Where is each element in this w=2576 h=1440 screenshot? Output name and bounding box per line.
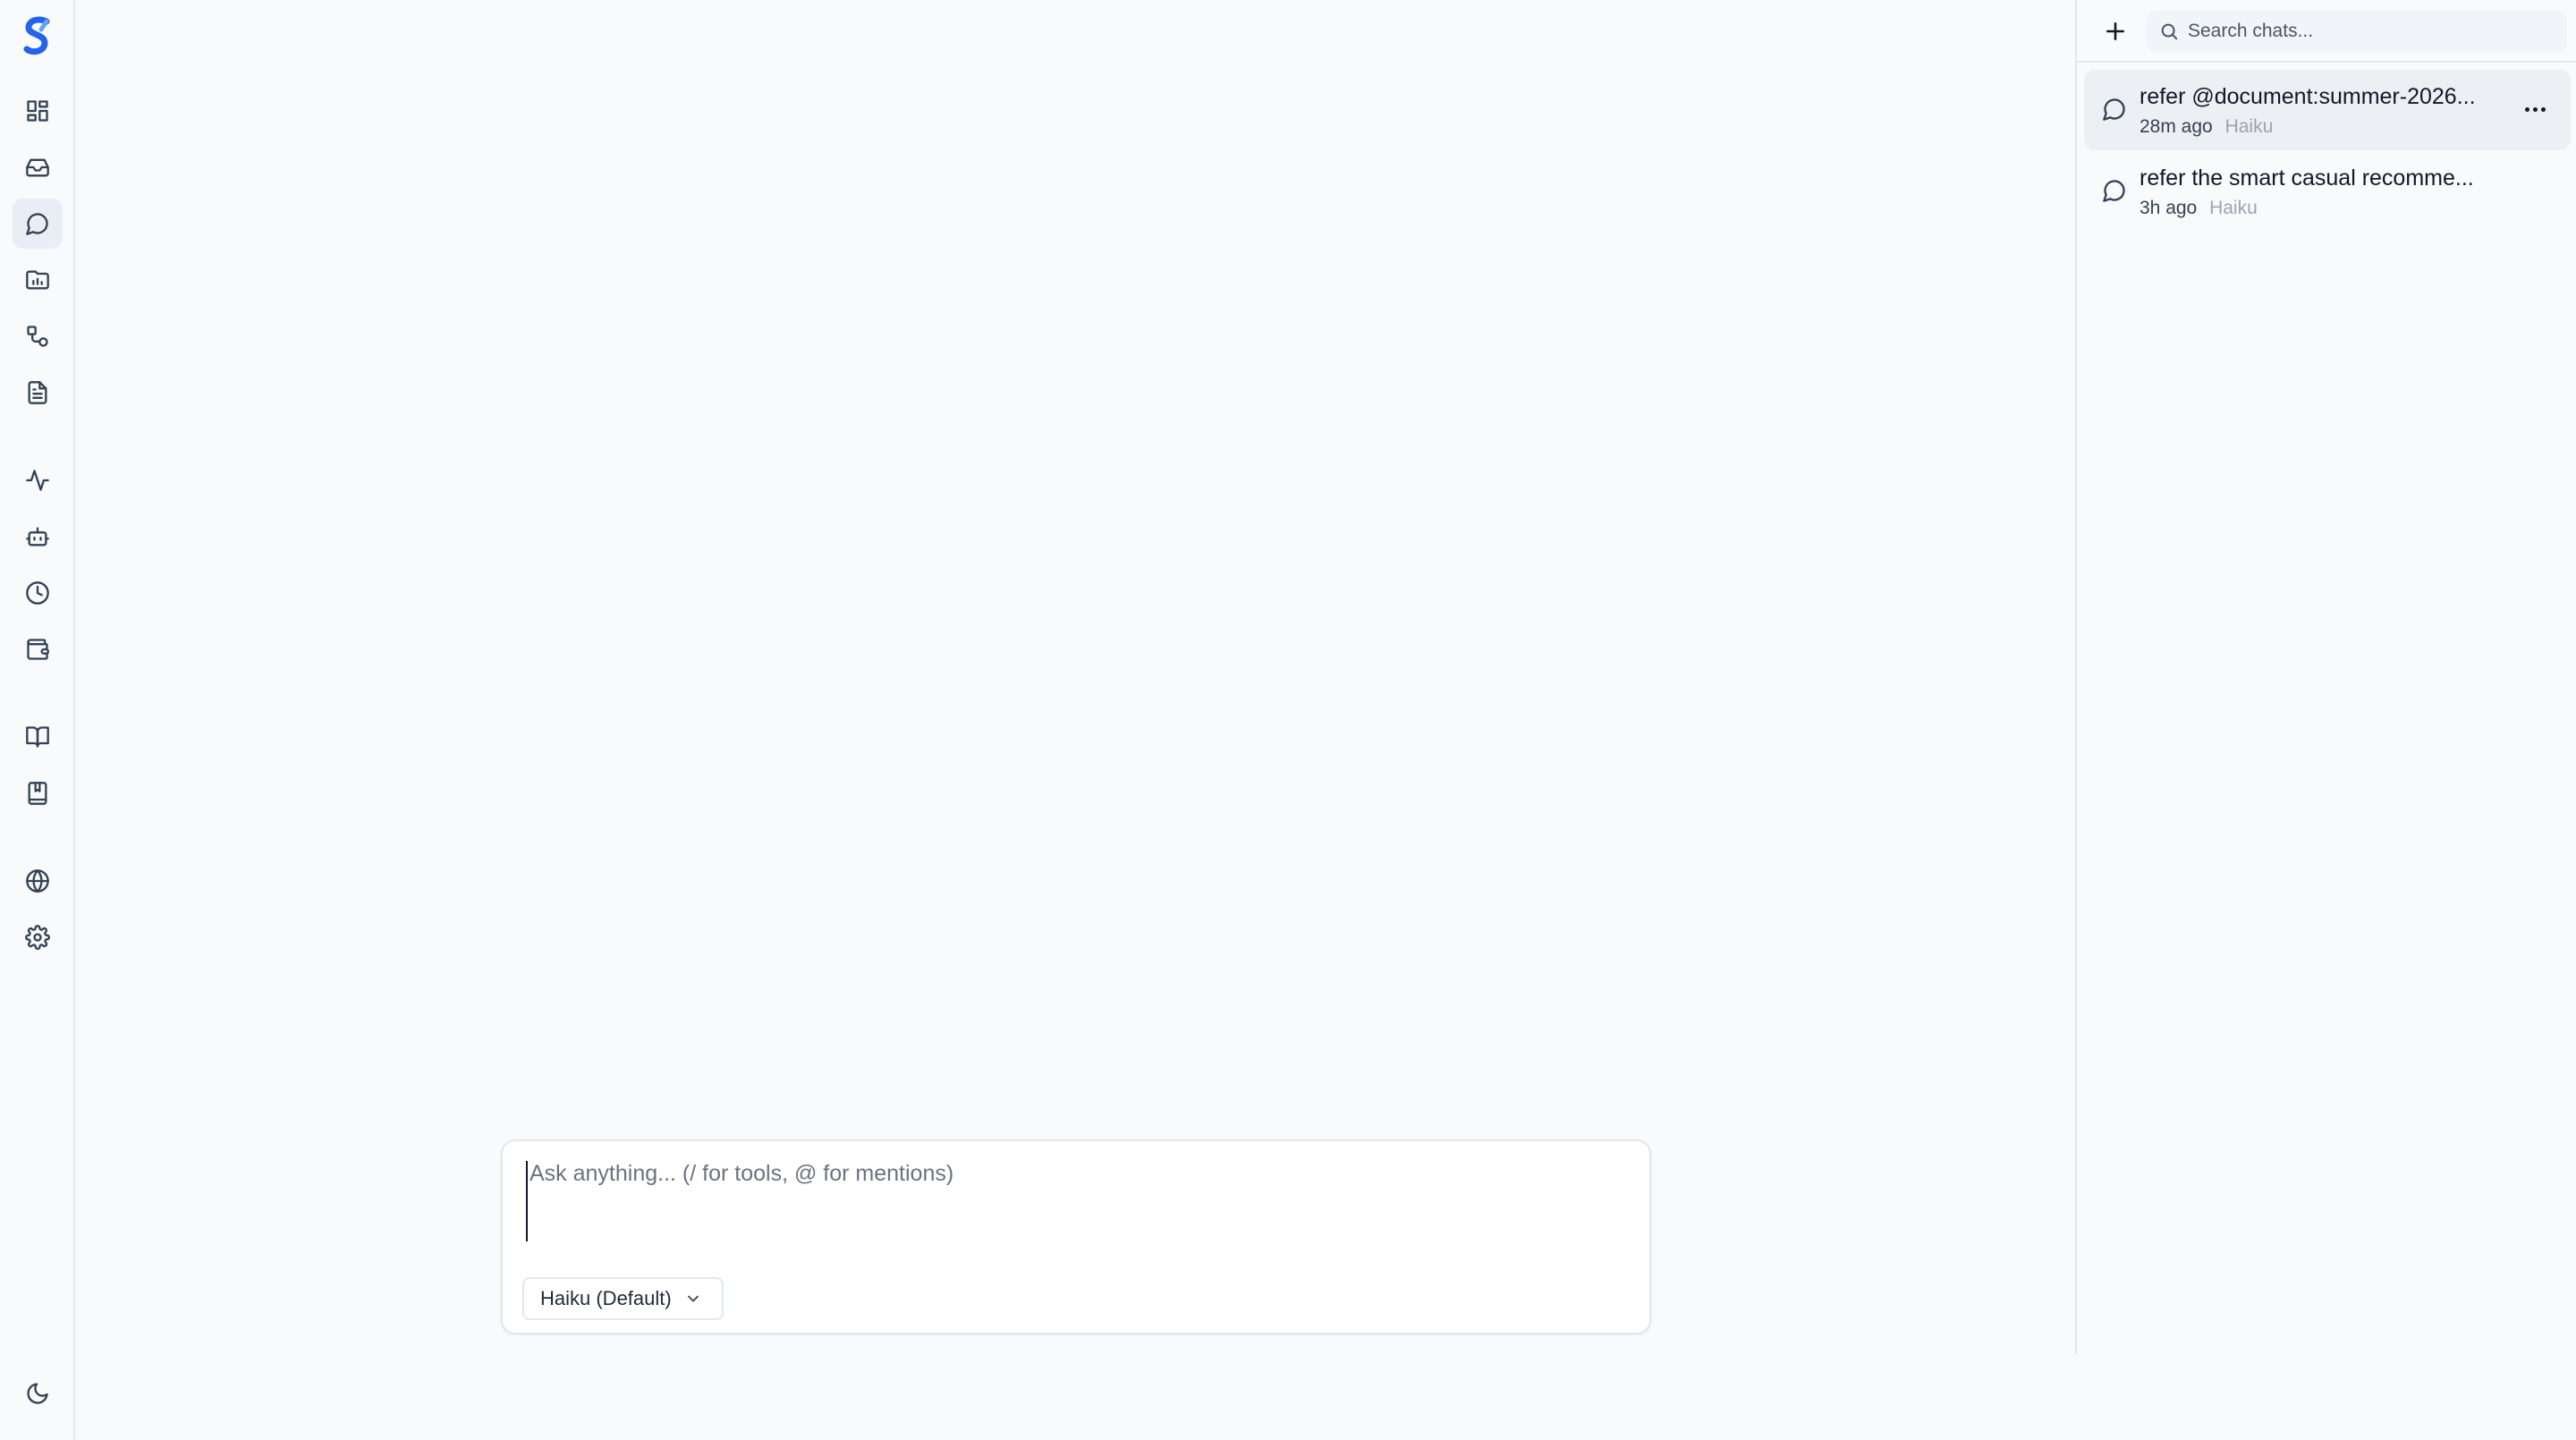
left-rail [0, 0, 75, 1440]
more-dot [2532, 106, 2538, 112]
chat-list-item[interactable]: refer the smart casual recomme... 3h ago… [2084, 151, 2571, 232]
more-dot [2540, 106, 2546, 112]
inbox-icon [26, 158, 49, 177]
rail-documents-button[interactable] [13, 368, 63, 418]
chat-model: Haiku [2224, 116, 2274, 137]
activity-icon [26, 470, 49, 491]
bot-icon [26, 527, 49, 546]
rail-web-button[interactable] [13, 856, 63, 906]
chat-title: refer the smart casual recomme... [2140, 165, 2474, 191]
rail-workflows-button[interactable] [13, 311, 63, 361]
notebook-icon [28, 782, 47, 805]
chat-meta: 28m ago Haiku [2140, 116, 2273, 138]
chat-bubble-icon [2103, 180, 2125, 202]
model-select-dropdown[interactable]: Haiku (Default) [522, 1277, 724, 1320]
search-icon [2161, 23, 2178, 40]
globe-icon [26, 869, 49, 893]
chat-time: 28m ago [2140, 116, 2213, 137]
moon-icon [27, 1383, 48, 1404]
chat-history-panel: refer @document:summer-2026... 28m ago H… [2075, 0, 2576, 1354]
rail-dashboard-button[interactable] [13, 86, 63, 136]
rail-notebook-button[interactable] [13, 768, 63, 818]
rail-settings-button[interactable] [13, 912, 63, 962]
chat-icon [26, 213, 48, 235]
clock-icon [26, 581, 49, 605]
chat-search [2147, 11, 2567, 52]
gear-icon [25, 925, 50, 950]
more-options-button[interactable] [2517, 95, 2553, 123]
new-chat-button[interactable] [2097, 13, 2134, 50]
rail-activity-button[interactable] [13, 455, 63, 505]
theme-toggle-button[interactable] [13, 1368, 63, 1419]
folder-chart-icon [26, 270, 49, 290]
wallet-icon [27, 639, 49, 660]
chat-time: 3h ago [2140, 198, 2198, 218]
rail-wallet-button[interactable] [13, 624, 63, 674]
chat-model: Haiku [2209, 198, 2258, 218]
book-open-icon [26, 726, 49, 748]
workflow-icon [27, 326, 48, 347]
chat-composer: Haiku (Default) [501, 1139, 1651, 1334]
chat-search-input[interactable] [2188, 11, 2555, 52]
chat-history-header [2077, 0, 2576, 63]
model-select-label: Haiku (Default) [540, 1287, 672, 1309]
brand-logo[interactable] [20, 16, 55, 57]
rail-library-button[interactable] [13, 712, 63, 762]
rail-history-button[interactable] [13, 568, 63, 618]
chat-message-input[interactable] [526, 1161, 1626, 1241]
more-dot [2524, 106, 2529, 112]
chat-meta: 3h ago Haiku [2140, 198, 2258, 219]
chat-title: refer @document:summer-2026... [2140, 84, 2476, 109]
chat-bubble-icon [2103, 98, 2125, 121]
rail-agents-button[interactable] [13, 512, 63, 562]
chat-list-item[interactable]: refer @document:summer-2026... 28m ago H… [2084, 70, 2571, 150]
rail-inbox-button[interactable] [13, 142, 63, 192]
chevron-down-icon [687, 1295, 699, 1302]
document-icon [28, 381, 47, 404]
dashboard-icon [27, 100, 48, 122]
plus-icon [2106, 22, 2124, 40]
rail-chat-button[interactable] [13, 199, 63, 249]
app-root: Haiku (Default) refer @document:summer-2… [0, 0, 2576, 1440]
rail-projects-button[interactable] [13, 255, 63, 305]
chat-main-area: Haiku (Default) [75, 0, 2075, 1440]
